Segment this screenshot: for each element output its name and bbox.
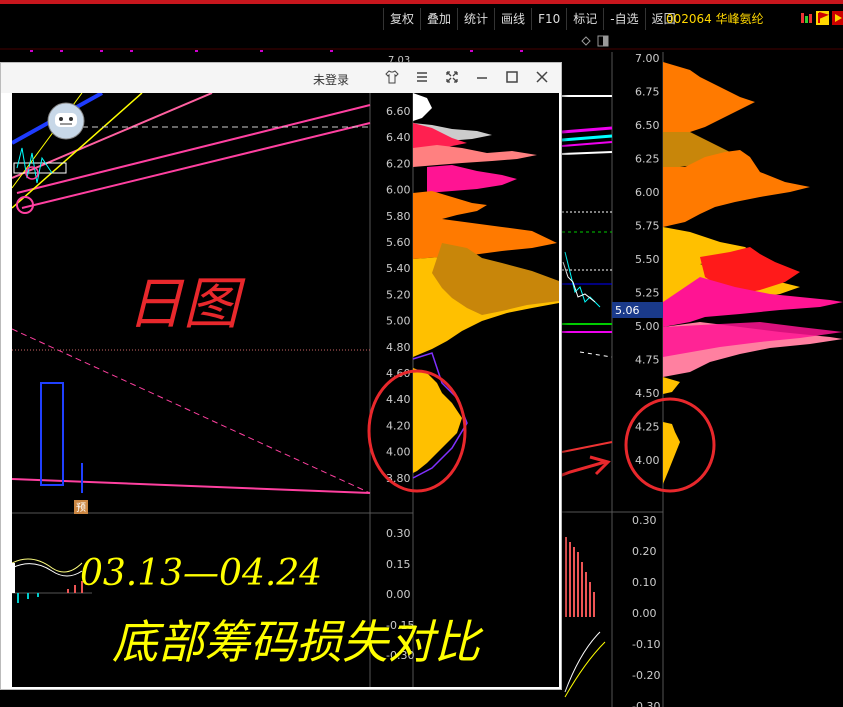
indicator-tick-label: 0.20 xyxy=(632,545,657,558)
price-tick-label: 6.00 xyxy=(635,186,660,199)
indicator-tick-label: 0.30 xyxy=(632,514,657,527)
price-tick-label: 4.25 xyxy=(635,421,660,434)
price-tick-label: 5.50 xyxy=(635,253,660,266)
f10-button[interactable]: F10 xyxy=(531,8,566,30)
price-tick-label: 6.60 xyxy=(386,105,411,118)
price-tick-label: 3.80 xyxy=(386,472,411,485)
top-markers xyxy=(30,50,523,52)
indicator-tick-label: 0.00 xyxy=(386,588,411,601)
price-tick-label: 5.40 xyxy=(386,262,411,275)
right-indicator-axis: 0.30 0.20 0.10 0.00 -0.10 -0.20 -0.30 xyxy=(632,514,660,707)
price-tick-label: 4.75 xyxy=(635,354,660,367)
toolbar-buttons: 复权 叠加 统计 画线 F10 标记 -自选 返回 xyxy=(383,8,682,30)
price-tick-label: 4.20 xyxy=(386,419,411,432)
indicator-tick-label: 0.10 xyxy=(632,576,657,589)
close-icon[interactable] xyxy=(533,69,551,87)
daily-chart-annotation: 日图 xyxy=(127,272,246,337)
price-tick-label: 5.00 xyxy=(635,320,660,333)
price-tick-label: 6.25 xyxy=(635,153,660,166)
right-chip-distribution xyxy=(663,62,843,484)
candle-box xyxy=(40,382,64,486)
indicator-tick-label: 0.00 xyxy=(632,607,657,620)
price-tick-label: 5.00 xyxy=(386,315,411,328)
left-chart: 预 6.60 6.40 6.20 6.00 5.80 5.60 5.40 5.20 5.00 4.… xyxy=(11,91,559,707)
top-toolbar: 复权 叠加 统计 画线 F10 标记 -自选 返回 002064 华峰氨纶 xyxy=(0,0,843,32)
indicator-tick-label: 0.30 xyxy=(386,527,411,540)
shirt-icon[interactable] xyxy=(383,69,401,87)
indicator-bars xyxy=(564,537,606,698)
price-tick-label: 4.40 xyxy=(386,393,411,406)
price-tick-label: 6.75 xyxy=(635,86,660,99)
minimize-icon[interactable] xyxy=(473,69,491,87)
mini-chart-lines xyxy=(561,95,613,453)
stock-code: 002064 xyxy=(666,12,712,26)
window-chart-content: 预 6.60 6.40 6.20 6.00 5.80 5.60 5.40 5.20 5.00 4.… xyxy=(11,91,559,707)
watchlist-button[interactable]: -自选 xyxy=(603,8,644,30)
forecast-marker-label: 预 xyxy=(76,502,86,514)
overlay-button[interactable]: 叠加 xyxy=(420,8,457,30)
price-tick-label: 5.60 xyxy=(386,236,411,249)
floating-window: 未登录 预 6.60 6.40 6.20 6.00 5.80 5.60 5.40… xyxy=(0,62,562,707)
panel-toggle-icon[interactable] xyxy=(597,35,609,47)
maximize-icon[interactable] xyxy=(503,69,521,87)
statistics-button[interactable]: 统计 xyxy=(457,8,494,30)
price-tick-label: 6.40 xyxy=(386,131,411,144)
login-status[interactable]: 未登录 xyxy=(313,71,349,88)
indicator-tick-label: -0.30 xyxy=(632,700,660,707)
price-tick-label: 4.80 xyxy=(386,341,411,354)
left-chip-distribution xyxy=(412,93,559,479)
price-tick-label: 7.00 xyxy=(635,52,660,65)
stock-name: 华峰氨纶 xyxy=(715,12,764,26)
price-tick-label: 6.20 xyxy=(386,157,411,170)
indicator-tick-label: -0.10 xyxy=(632,638,660,651)
current-price-label: 5.06 xyxy=(615,304,640,317)
price-tick-label: 4.50 xyxy=(635,387,660,400)
price-tick-label: 5.80 xyxy=(386,210,411,223)
flag-icon[interactable] xyxy=(816,10,829,25)
chart-type-icon[interactable] xyxy=(800,10,813,24)
indicator-tick-label: 0.15 xyxy=(386,558,411,571)
stock-title: 002064 华峰氨纶 xyxy=(666,10,764,27)
menu-icon[interactable] xyxy=(413,69,431,87)
price-tick-label: 5.25 xyxy=(635,287,660,300)
window-titlebar: 未登录 xyxy=(1,63,561,93)
toolbar-icons xyxy=(800,10,843,25)
price-tick-label: 5.75 xyxy=(635,220,660,233)
price-tick-label: 4.00 xyxy=(386,446,411,459)
expand-icon[interactable] xyxy=(443,69,461,87)
adjust-button[interactable]: 复权 xyxy=(383,8,420,30)
mark-button[interactable]: 标记 xyxy=(566,8,603,30)
indicator-tick-label: -0.20 xyxy=(632,669,660,682)
alert-icon[interactable] xyxy=(832,10,843,25)
avatar[interactable] xyxy=(47,102,85,140)
toolbar-top-border xyxy=(0,0,843,4)
price-tick-label: 6.00 xyxy=(386,184,411,197)
date-range-annotation: 03.13—04.24 xyxy=(80,553,322,594)
price-tick-label: 4.00 xyxy=(635,454,660,467)
chip-loss-annotation: 底部筹码损失对比 xyxy=(112,615,484,669)
left-price-axis: 6.60 6.40 6.20 6.00 5.80 5.60 5.40 5.20 5.00 4.80… xyxy=(386,105,411,485)
diamond-icon[interactable] xyxy=(581,36,591,46)
price-tick-label: 6.50 xyxy=(635,119,660,132)
draw-line-button[interactable]: 画线 xyxy=(494,8,531,30)
price-tick-label: 5.20 xyxy=(386,288,411,301)
